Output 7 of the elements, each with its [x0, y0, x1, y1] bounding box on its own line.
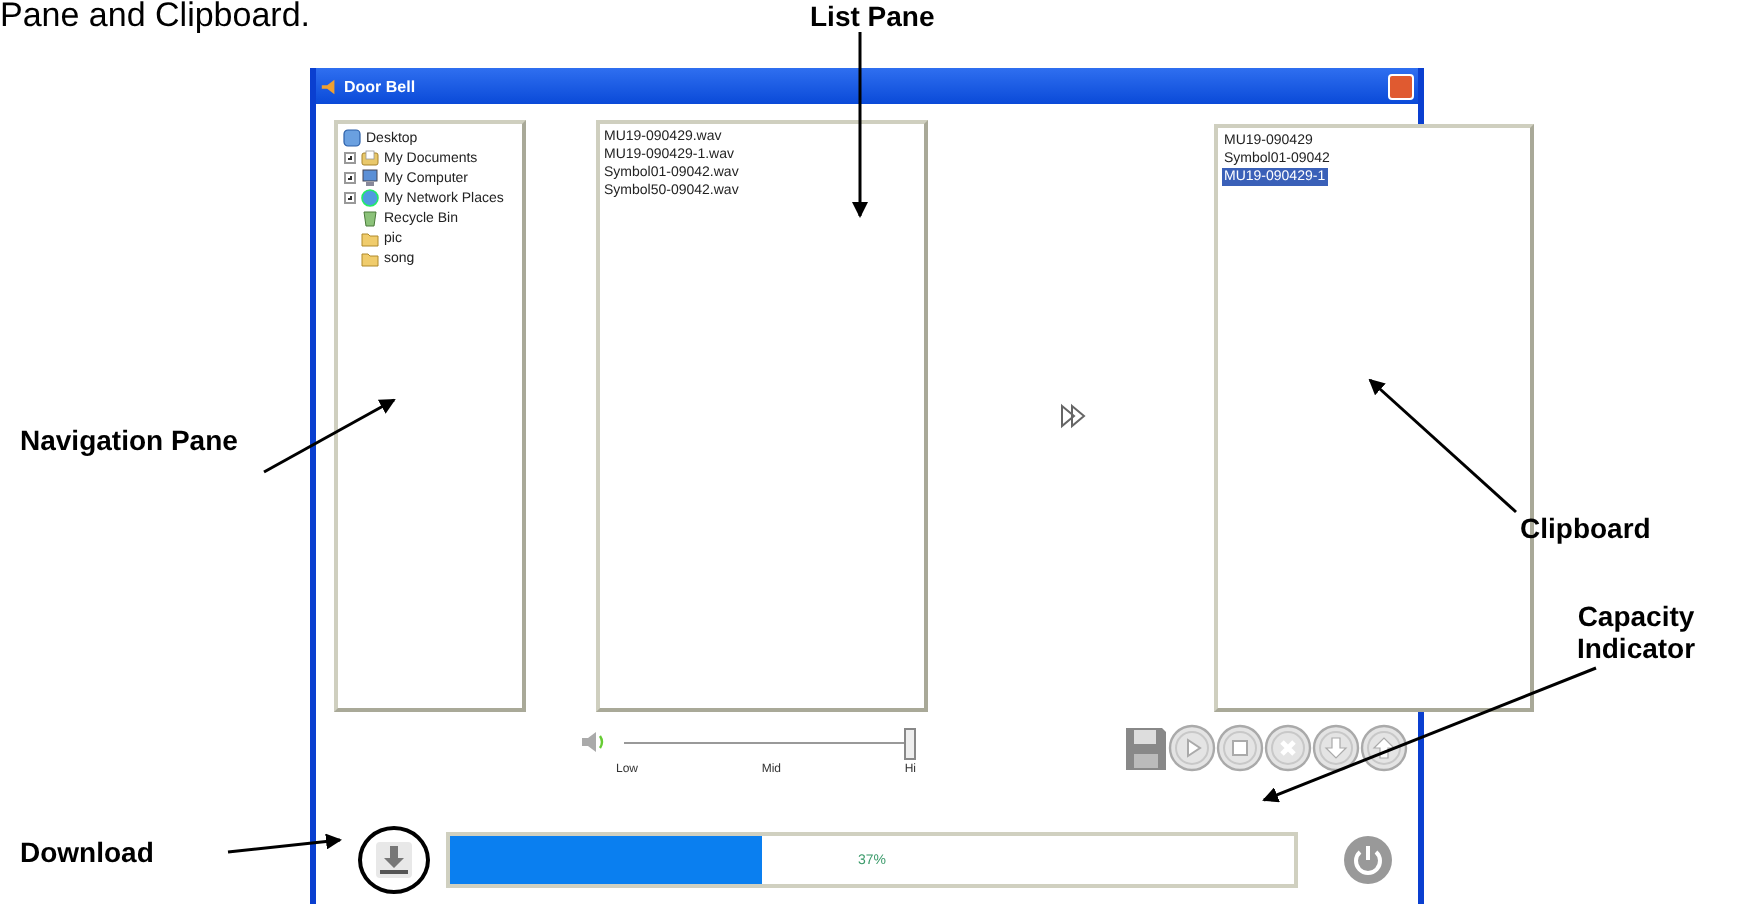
callout-label: List Pane — [810, 0, 935, 32]
callout-label: Navigation Pane — [20, 424, 240, 456]
callout-label: Clipboard — [1520, 512, 1651, 544]
callout-label: Download — [20, 836, 154, 868]
window-title: Door Bell — [344, 77, 416, 95]
caption-text: Pane and Clipboard. — [0, 0, 311, 36]
callout-label: Capacity Indicator — [1574, 600, 1698, 664]
